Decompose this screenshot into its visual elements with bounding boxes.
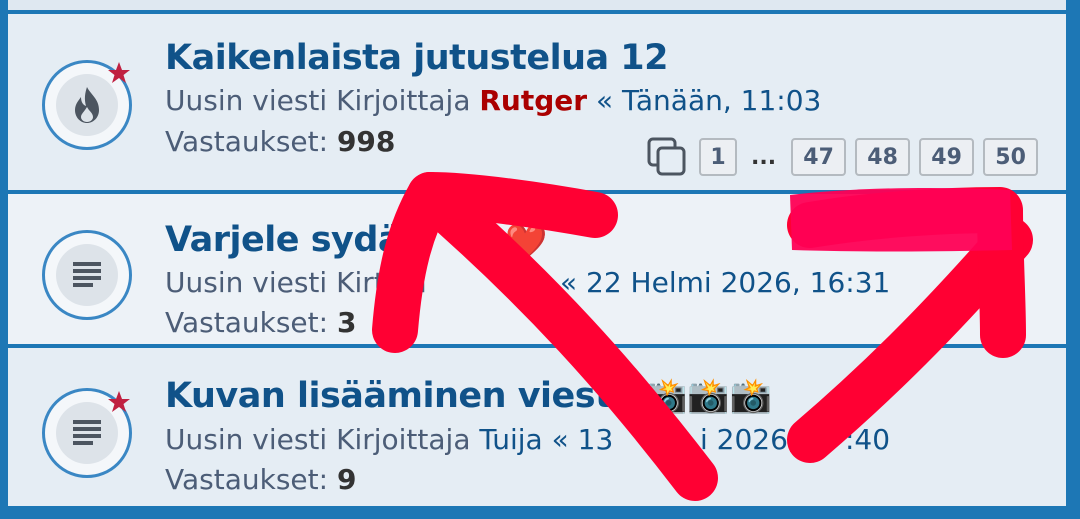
page-button-47[interactable]: 47 [791,138,847,176]
list-border-right [1066,0,1080,519]
replies-value: 998 [336,125,396,158]
camera-flash-emoji: 📸📸📸 [645,376,773,416]
topic-title-link[interactable]: Varjele sydä [165,220,402,260]
replies-value: 3 [336,306,357,339]
list-border-left [0,0,8,519]
topic-title-link[interactable]: Kuvan lisääminen viest [165,376,612,416]
topic-title-text: Kuvan lisääminen viest [165,376,612,416]
last-post-label: Uusin viesti Kir [165,266,374,299]
unread-star-icon [108,62,130,83]
page-button-48[interactable]: 48 [855,138,911,176]
replies-count: Vastaukset: 9 [165,463,356,496]
last-post-time-tail: :40 [845,423,890,456]
replies-label: Vastaukset: [165,463,337,496]
replies-value: 9 [336,463,357,496]
page-button-50[interactable]: 50 [983,138,1039,176]
page-button-49[interactable]: 49 [919,138,975,176]
replies-label: Vastaukset: [165,306,337,339]
page-ellipsis: ... [751,144,777,170]
date-fragment: i 2026, [700,423,797,456]
last-post-meta: Uusin viesti Kirtaja [165,266,427,299]
multi-page-icon[interactable] [646,136,690,178]
last-post-date-link[interactable]: « 22 Helmi 2026, 16:31 [560,266,890,299]
last-post-date-tail: i 2026, [700,423,797,456]
author-link[interactable]: Rutger [479,84,587,117]
page-button-1[interactable]: 1 [699,138,737,176]
last-post-label: Uusin viesti Kirjoittaja [165,423,480,456]
last-post-date-link[interactable]: « Tänään, 11:03 [587,84,821,117]
forum-topic-list: Kaikenlaista jutustelua 12 Uusin viesti … [0,0,1080,519]
last-post-label-tail: taja [373,266,427,299]
last-post-meta: Uusin viesti Kirjoittaja Rutger « Tänään… [165,84,821,117]
replies-label: Vastaukset: [165,125,337,158]
topic-title-text: Varjele sydä [165,220,402,260]
replies-count: Vastaukset: 3 [165,306,356,339]
unread-star-icon [108,391,130,412]
heart-emoji: ❤️ [505,222,548,262]
topic-title-link[interactable]: Kaikenlaista jutustelua 12 [165,38,669,78]
last-post-meta: Uusin viesti Kirjoittaja Tuija « 13 [165,423,613,456]
replies-count: Vastaukset: 998 [165,125,395,158]
topic-document-icon [42,230,132,320]
pagination: 1 ... 47 48 49 50 [646,136,1039,178]
last-post-date[interactable]: « 22 Helmi 2026, 16:31 [560,266,890,299]
author-link[interactable]: Tuija [479,423,542,456]
time-fragment: :40 [845,423,891,456]
last-post-label: Uusin viesti Kirjoittaja [165,84,480,117]
last-post-date-link[interactable]: « 13 [543,423,614,456]
list-border-bottom [0,506,1080,519]
